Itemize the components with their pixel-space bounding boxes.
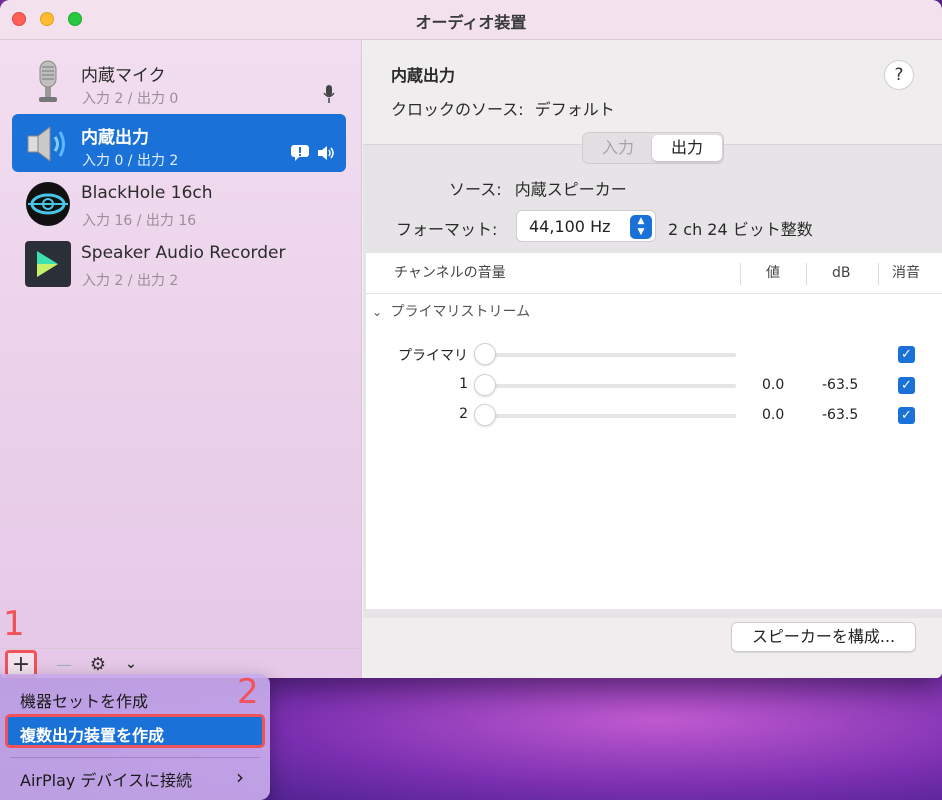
clock-source-value[interactable]: デフォルト — [535, 100, 615, 119]
remove-device-button[interactable]: — — [54, 652, 74, 676]
stepper-arrows-icon: ▲ ▼ — [630, 215, 652, 239]
blackhole-icon — [26, 182, 70, 226]
channel-row: プライマリ ✓ — [366, 341, 942, 369]
device-detail-panel: 内蔵出力 クロックのソース: デフォルト ? 入力 出力 ソース: 内蔵スピーカ… — [363, 40, 942, 678]
configure-speakers-button[interactable]: スピーカーを構成... — [731, 622, 916, 652]
menu-item-label: 複数出力装置を作成 — [20, 726, 165, 745]
channel-value: 0.0 — [762, 407, 785, 423]
device-item-speaker-audio-recorder[interactable]: Speaker Audio Recorder 入力 2 / 出力 2 — [12, 234, 346, 292]
format-value: 44,100 Hz — [529, 217, 611, 236]
device-io-count: 入力 16 / 出力 16 — [82, 213, 197, 229]
column-divider — [740, 263, 741, 285]
volume-slider-track[interactable] — [484, 414, 736, 418]
chevron-down-icon[interactable]: ⌄ — [122, 652, 140, 676]
window-title: オーディオ装置 — [415, 13, 527, 32]
gear-icon[interactable]: ⚙ — [88, 652, 108, 676]
channel-name: 2 — [459, 406, 468, 422]
device-name: 内蔵出力 — [81, 128, 149, 148]
mute-checkbox[interactable]: ✓ — [898, 346, 915, 363]
channel-db: -63.5 — [822, 407, 859, 423]
alert-message-icon — [291, 145, 309, 161]
channel-name: プライマリ — [398, 348, 468, 364]
volume-slider-track[interactable] — [484, 384, 736, 388]
clock-source: クロックのソース: デフォルト — [391, 96, 615, 120]
source-label: ソース: — [449, 180, 502, 199]
add-device-menu: 機器セットを作成 複数出力装置を作成 AirPlay デバイスに接続 › — [0, 674, 270, 800]
device-item-builtin-mic[interactable]: 内蔵マイク 入力 2 / 出力 0 — [12, 52, 346, 110]
step-number-1: 1 — [3, 604, 25, 644]
column-divider — [878, 263, 879, 285]
device-name: 内蔵マイク — [81, 66, 166, 86]
device-io-count: 入力 2 / 出力 2 — [82, 273, 179, 289]
device-sidebar: 内蔵マイク 入力 2 / 出力 0 内蔵出力 入力 0 / 出力 2 Black… — [0, 40, 362, 678]
mute-checkbox[interactable]: ✓ — [898, 377, 915, 394]
volume-slider-knob[interactable] — [474, 343, 496, 365]
step-number-2: 2 — [237, 672, 259, 712]
column-divider — [806, 263, 807, 285]
tab-output[interactable]: 出力 — [652, 135, 722, 161]
help-button[interactable]: ? — [884, 60, 914, 90]
device-name: BlackHole 16ch — [81, 183, 213, 203]
device-io-count: 入力 0 / 出力 2 — [82, 153, 179, 169]
header-divider — [366, 293, 942, 294]
menu-item-create-aggregate[interactable]: 機器セットを作成 — [20, 688, 148, 712]
format-select[interactable]: 44,100 Hz ▲ ▼ — [516, 210, 656, 242]
column-header-db: dB — [832, 265, 851, 281]
device-io-count: 入力 2 / 出力 0 — [82, 91, 179, 107]
volume-slider-knob[interactable] — [474, 404, 496, 426]
column-header-value: 値 — [766, 265, 780, 281]
column-header-mute: 消音 — [892, 265, 920, 281]
menu-item-airplay[interactable]: AirPlay デバイスに接続 — [20, 767, 192, 791]
channel-db: -63.5 — [822, 377, 859, 393]
titlebar: オーディオ装置 — [0, 0, 942, 40]
chevron-down-icon: ⌄ — [372, 305, 383, 319]
menu-item-create-multi-output[interactable]: 複数出力装置を作成 — [5, 714, 265, 748]
tab-input[interactable]: 入力 — [585, 135, 651, 161]
audio-devices-window: オーディオ装置 内蔵マイク 入力 2 / 出力 0 内蔵出力 入力 0 / 出力… — [0, 0, 942, 678]
source-row: ソース: 内蔵スピーカー — [449, 176, 627, 200]
channel-value: 0.0 — [762, 377, 785, 393]
device-item-builtin-output[interactable]: 内蔵出力 入力 0 / 出力 2 — [12, 114, 346, 172]
device-name: Speaker Audio Recorder — [81, 243, 286, 263]
mute-checkbox[interactable]: ✓ — [898, 407, 915, 424]
device-title: 内蔵出力 — [391, 66, 456, 85]
microphone-icon — [39, 60, 57, 102]
input-mic-icon — [323, 85, 335, 103]
channel-row: 2 0.0 -63.5 ✓ — [366, 402, 942, 430]
menu-divider — [10, 757, 260, 758]
clock-source-label: クロックのソース: — [391, 100, 524, 119]
channel-row: 1 0.0 -63.5 ✓ — [366, 372, 942, 400]
volume-slider-knob[interactable] — [474, 374, 496, 396]
column-header-channel: チャンネルの音量 — [394, 265, 506, 281]
source-value: 内蔵スピーカー — [514, 180, 627, 199]
volume-slider-track[interactable] — [484, 353, 736, 357]
device-item-blackhole[interactable]: BlackHole 16ch 入力 16 / 出力 16 — [12, 174, 346, 232]
chevron-right-icon: › — [236, 765, 244, 789]
output-speaker-icon — [318, 146, 334, 160]
format-label: フォーマット: — [396, 220, 498, 239]
stream-group-label: プライマリストリーム — [390, 304, 531, 320]
io-segmented-control: 入力 出力 — [582, 132, 724, 164]
recorder-app-icon — [25, 241, 71, 287]
speaker-icon — [27, 126, 65, 162]
format-description: 2 ch 24 ビット整数 — [668, 220, 813, 239]
channel-name: 1 — [459, 376, 468, 392]
stream-group[interactable]: ⌄ プライマリストリーム — [372, 301, 530, 321]
channel-volume-table: チャンネルの音量 値 dB 消音 ⌄ プライマリストリーム プライマリ ✓ 1 — [366, 253, 942, 609]
